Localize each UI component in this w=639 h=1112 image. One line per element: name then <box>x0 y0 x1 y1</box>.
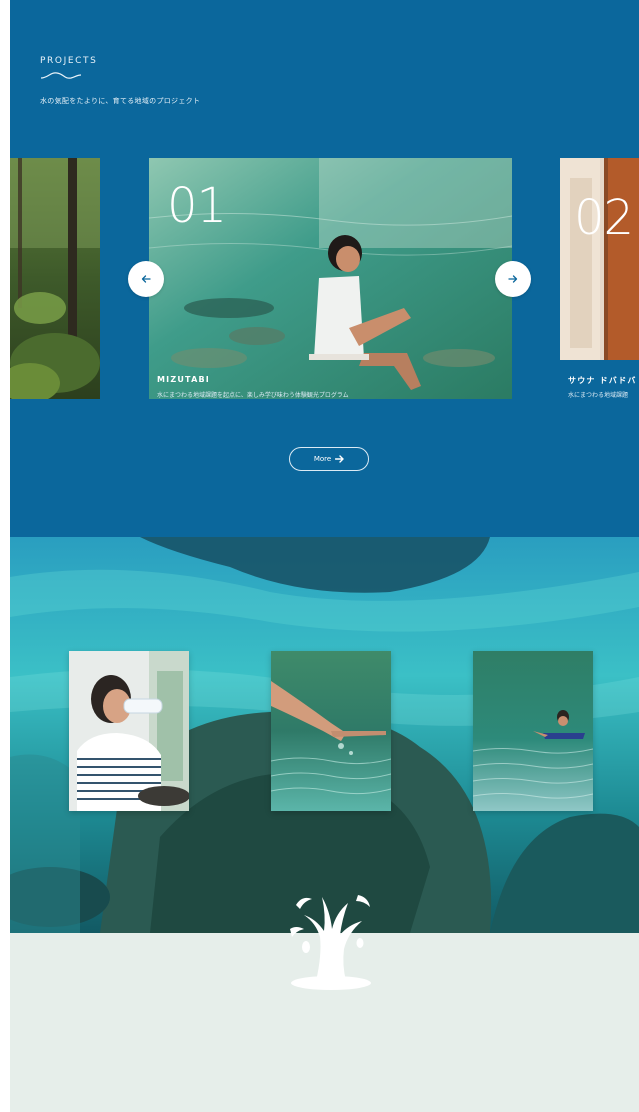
slide-title[interactable]: MIZUTABI <box>157 375 210 384</box>
slide-next[interactable]: 02 <box>560 158 639 360</box>
arrow-left-icon <box>141 275 151 283</box>
projects-subtitle: 水の気配をたよりに、育てる地域のプロジェクト <box>40 97 201 105</box>
photo-drinking <box>69 651 189 811</box>
photo-swimming-image <box>473 651 593 811</box>
projects-heading: PROJECTS <box>40 56 98 66</box>
photo-drinking-image <box>69 651 189 811</box>
slide-current[interactable]: 01 <box>149 158 512 399</box>
page: PROJECTS 水の気配をたよりに、育てる地域のプロジェクト 01 MIZUT… <box>10 0 639 1112</box>
arrow-right-icon <box>335 455 344 463</box>
slide-number: 01 <box>167 178 227 234</box>
slide-description: 水にまつわる地域課題を起点に、楽しみ学び味わう体験観光プログラム <box>157 392 349 399</box>
water-splash-icon <box>290 895 371 990</box>
photo-swimming <box>473 651 593 811</box>
forest-image <box>10 158 100 399</box>
slide-previous[interactable] <box>10 158 100 399</box>
next-slide-button[interactable] <box>495 261 531 297</box>
slide-description-next: 水にまつわる地域課題 <box>568 392 629 399</box>
arrow-right-icon <box>508 275 518 283</box>
sauna-image <box>560 158 639 360</box>
photo-legs-water-image <box>271 651 391 811</box>
wave-icon <box>40 72 82 79</box>
slide-title-next[interactable]: サウナ ドバドバ <box>568 375 637 386</box>
more-button[interactable]: More <box>289 447 369 471</box>
photo-legs-water <box>271 651 391 811</box>
more-button-label: More <box>313 455 332 463</box>
slide-number-next: 02 <box>574 190 634 246</box>
projects-section: PROJECTS 水の気配をたよりに、育てる地域のプロジェクト 01 MIZUT… <box>10 0 639 537</box>
prev-slide-button[interactable] <box>128 261 164 297</box>
